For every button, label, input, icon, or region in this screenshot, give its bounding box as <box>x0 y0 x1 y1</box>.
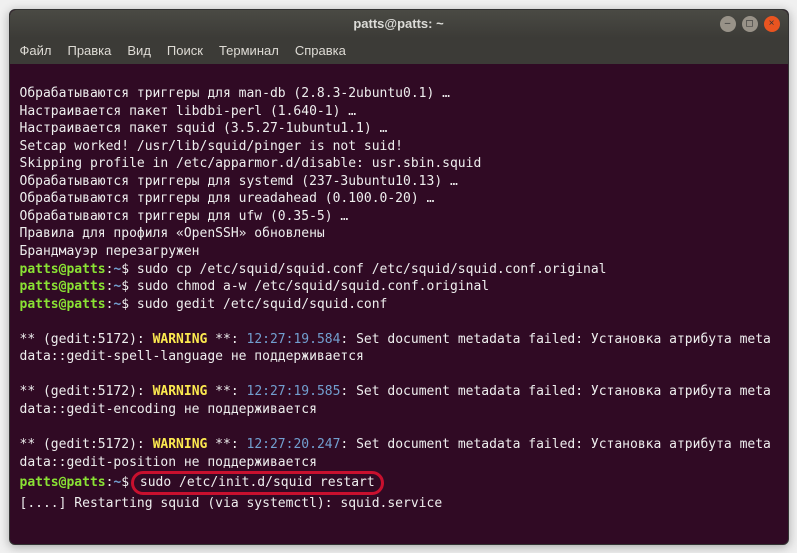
timestamp: 12:27:19.584 <box>247 332 341 347</box>
prompt-user: patts@patts <box>20 262 106 277</box>
titlebar[interactable]: patts@patts: ~ – ◻ × <box>10 10 788 38</box>
output-line: Брандмауэр перезагружен <box>20 244 200 259</box>
command-text: sudo chmod a-w /etc/squid/squid.conf.ori… <box>137 279 489 294</box>
prompt-user: patts@patts <box>20 279 106 294</box>
warn-prefix: ** (gedit:5172): <box>20 384 153 399</box>
warn-sep: **: <box>207 384 246 399</box>
close-button[interactable]: × <box>764 16 780 32</box>
command-text: sudo cp /etc/squid/squid.conf /etc/squid… <box>137 262 607 277</box>
maximize-button[interactable]: ◻ <box>742 16 758 32</box>
command-text: sudo /etc/init.d/squid restart <box>140 475 375 490</box>
warning-label: WARNING <box>153 437 208 452</box>
output-line: Skipping profile in /etc/apparmor.d/disa… <box>20 156 482 171</box>
output-line: Обрабатываются триггеры для systemd (237… <box>20 174 458 189</box>
terminal-window: patts@patts: ~ – ◻ × Файл Правка Вид Пои… <box>9 9 789 545</box>
warn-sep: **: <box>207 332 246 347</box>
prompt-user: patts@patts <box>20 475 106 490</box>
timestamp: 12:27:20.247 <box>247 437 341 452</box>
warning-label: WARNING <box>153 332 208 347</box>
highlighted-command: sudo /etc/init.d/squid restart <box>131 471 384 495</box>
output-line: Правила для профиля «OpenSSH» обновлены <box>20 226 325 241</box>
prompt-dollar: $ <box>121 262 137 277</box>
window-title: patts@patts: ~ <box>353 16 443 31</box>
output-line: [....] Restarting squid (via systemctl):… <box>20 496 443 511</box>
terminal-content[interactable]: Обрабатываются триггеры для man-db (2.8.… <box>10 64 788 517</box>
menu-view[interactable]: Вид <box>127 43 151 58</box>
output-line: Настраивается пакет squid (3.5.27-1ubunt… <box>20 121 388 136</box>
menu-file[interactable]: Файл <box>20 43 52 58</box>
window-controls: – ◻ × <box>720 16 780 32</box>
timestamp: 12:27:19.585 <box>247 384 341 399</box>
prompt-dollar: $ <box>121 279 137 294</box>
menu-help[interactable]: Справка <box>295 43 346 58</box>
output-line: Обрабатываются триггеры для man-db (2.8.… <box>20 86 450 101</box>
warn-prefix: ** (gedit:5172): <box>20 437 153 452</box>
prompt-dollar: $ <box>121 297 137 312</box>
minimize-button[interactable]: – <box>720 16 736 32</box>
menu-search[interactable]: Поиск <box>167 43 203 58</box>
warn-prefix: ** (gedit:5172): <box>20 332 153 347</box>
command-text: sudo gedit /etc/squid/squid.conf <box>137 297 387 312</box>
menubar: Файл Правка Вид Поиск Терминал Справка <box>10 38 788 64</box>
output-line: Обрабатываются триггеры для ureadahead (… <box>20 191 435 206</box>
output-line: Обрабатываются триггеры для ufw (0.35-5)… <box>20 209 349 224</box>
warning-label: WARNING <box>153 384 208 399</box>
menu-terminal[interactable]: Терминал <box>219 43 279 58</box>
output-line: Setcap worked! /usr/lib/squid/pinger is … <box>20 139 404 154</box>
prompt-user: patts@patts <box>20 297 106 312</box>
menu-edit[interactable]: Правка <box>67 43 111 58</box>
output-line: Настраивается пакет libdbi-perl (1.640-1… <box>20 104 357 119</box>
warn-sep: **: <box>207 437 246 452</box>
